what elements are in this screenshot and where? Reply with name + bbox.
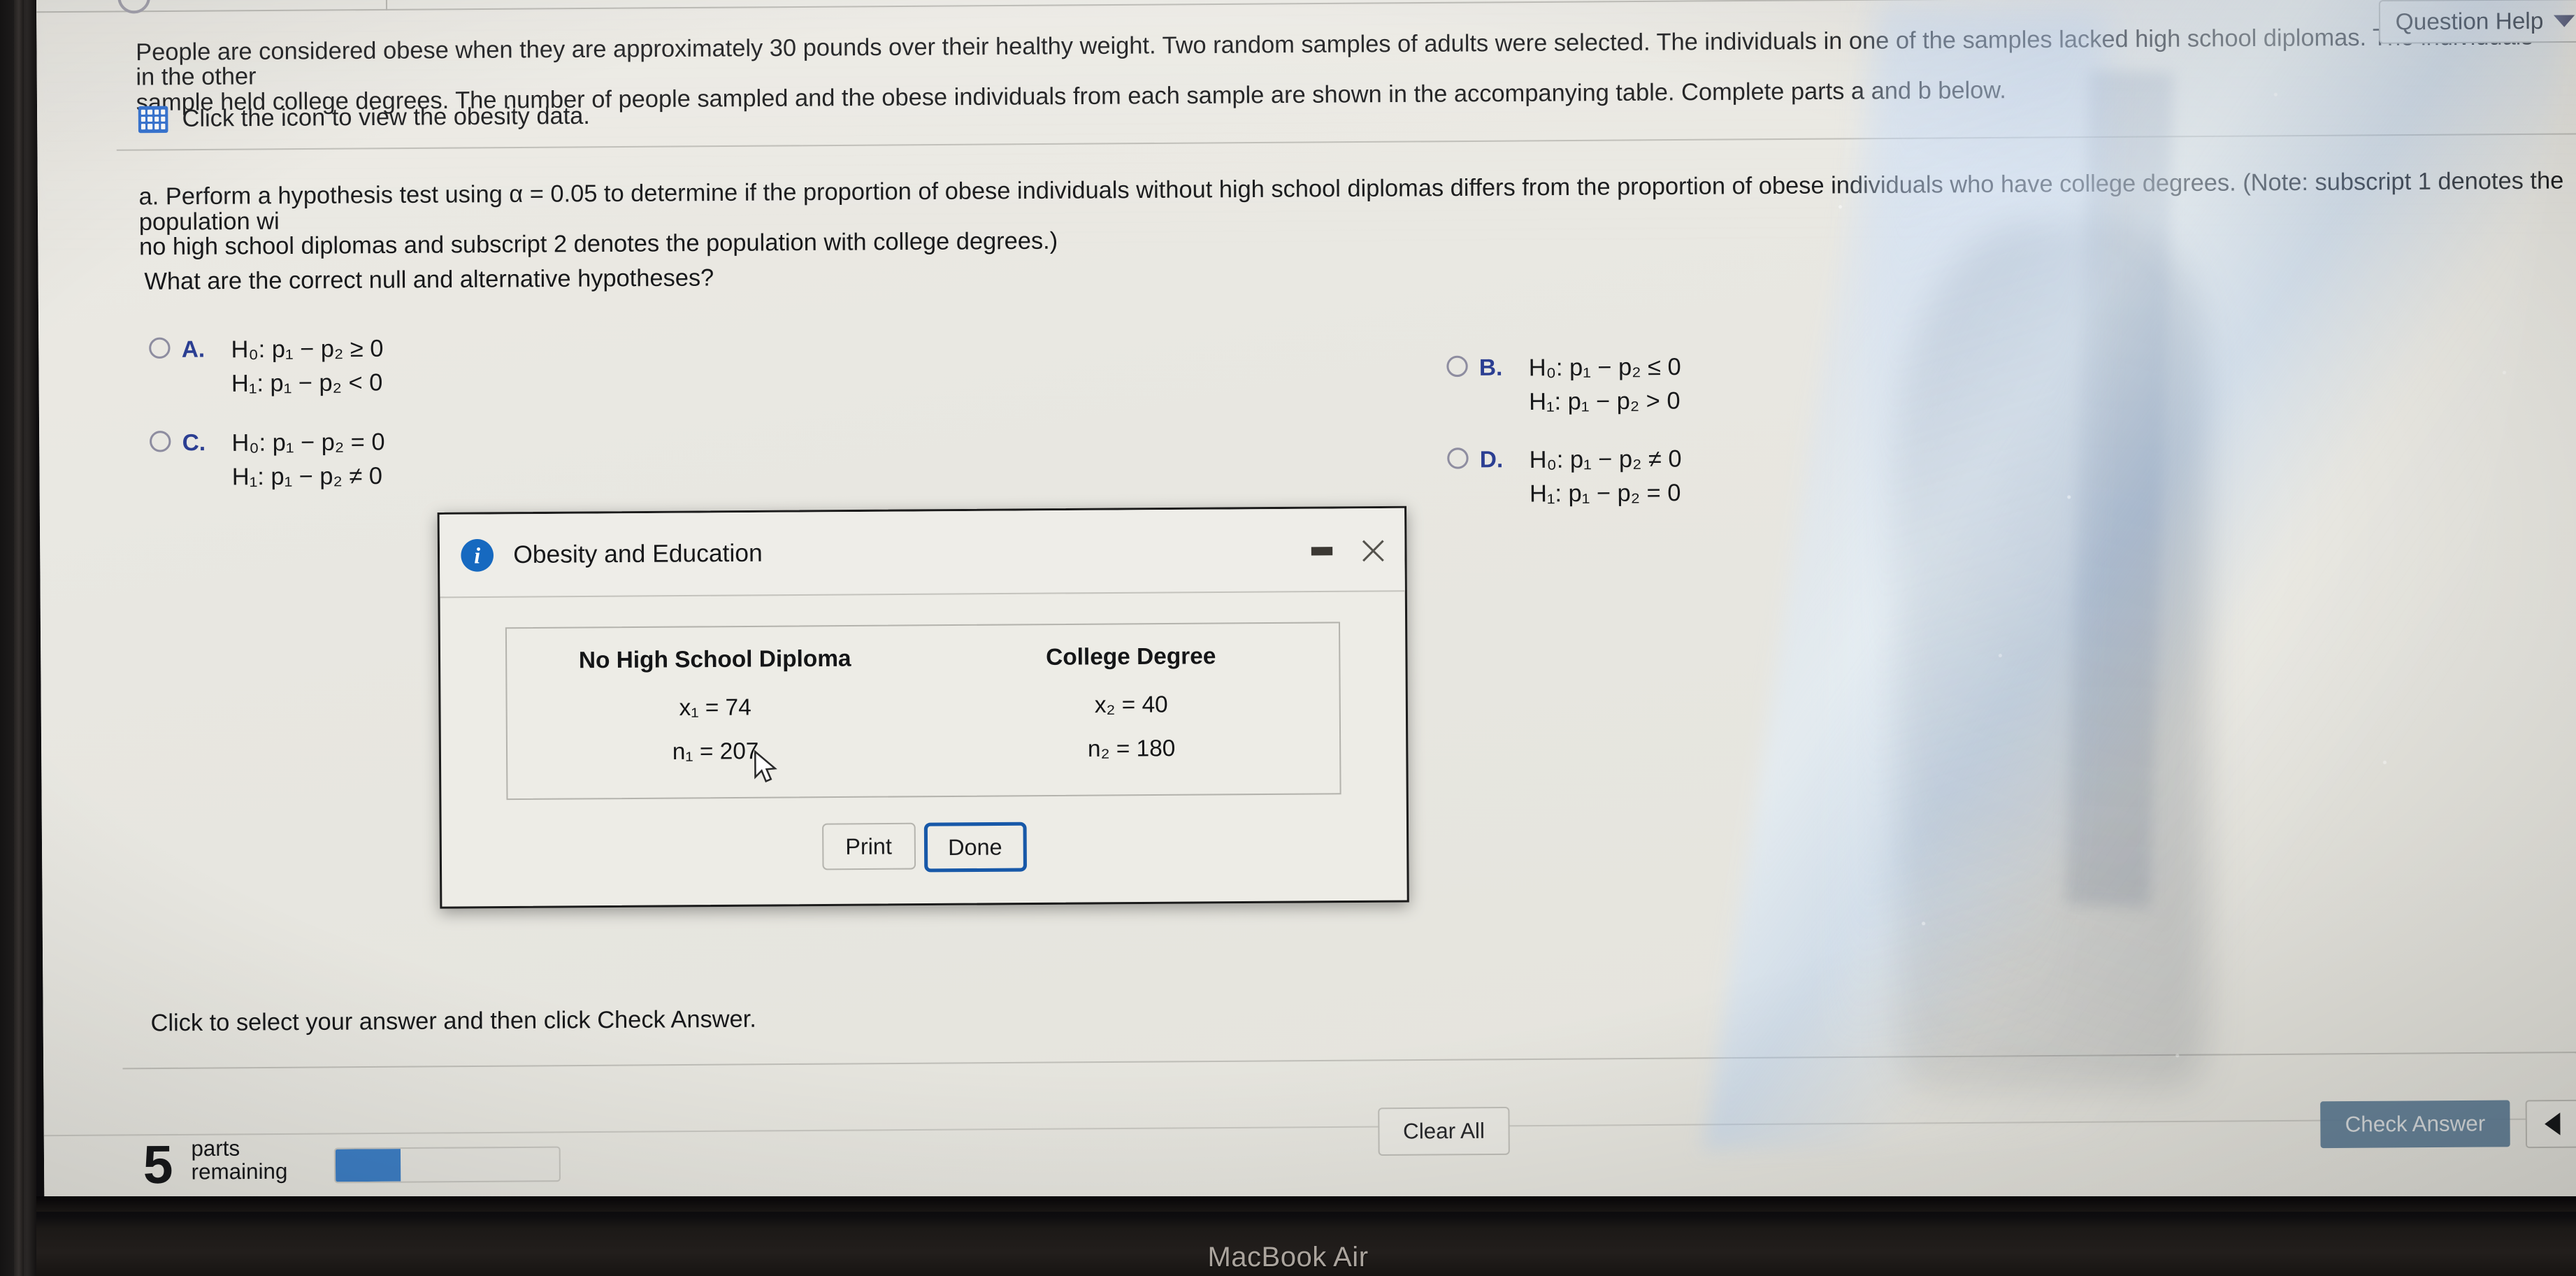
table-header-row: No High School Diploma College Degree [507, 642, 1339, 687]
choice-d-alt: H₁: p₁ − p₂ = 0 [1529, 479, 1681, 508]
screen-reflection-silhouette [1891, 219, 2209, 1092]
check-answer-button[interactable]: Check Answer [2320, 1100, 2510, 1149]
choice-c-hypotheses: H₀: p₁ − p₂ = 0 H₁: p₁ − p₂ ≠ 0 [231, 425, 385, 494]
screen-glare-pane [1827, 3, 2108, 1061]
parts-remaining-label: parts remaining [191, 1135, 288, 1185]
choice-c-alt: H₁: p₁ − p₂ ≠ 0 [231, 462, 383, 491]
chevron-down-icon [2553, 14, 2575, 27]
laptop-screen: Question Help People are considered obes… [36, 0, 2576, 1216]
dialog-title: Obesity and Education [513, 539, 763, 569]
obesity-data-link[interactable]: Click the icon to view the obesity data. [138, 103, 590, 134]
choice-a-null: H₀: p₁ − p₂ ≥ 0 [231, 335, 384, 364]
parts-label-line2: remaining [191, 1159, 288, 1185]
table-grid-icon[interactable] [138, 106, 168, 133]
radio-d[interactable] [1447, 447, 1469, 469]
done-button[interactable]: Done [923, 822, 1027, 873]
radio-c[interactable] [149, 431, 171, 452]
toolbar-circle-icon [117, 0, 151, 14]
question-help-button[interactable]: Question Help [2378, 0, 2576, 44]
obesity-data-link-label[interactable]: Click the icon to view the obesity data. [182, 103, 590, 133]
obesity-data-table: No High School Diploma College Degree x₁… [505, 622, 1341, 801]
cell-x2: x₂ = 40 [1094, 691, 1168, 718]
answer-choice-c[interactable]: C. H₀: p₁ − p₂ = 0 H₁: p₁ − p₂ ≠ 0 [149, 425, 385, 495]
laptop-photo: Question Help People are considered obes… [0, 0, 2576, 1276]
choice-b-alt: H₁: p₁ − p₂ > 0 [1529, 387, 1681, 416]
choice-b-null: H₀: p₁ − p₂ ≤ 0 [1528, 353, 1681, 382]
dialog-window-controls [1311, 536, 1387, 565]
choice-c-null: H₀: p₁ − p₂ = 0 [231, 429, 385, 457]
mylab-question-page: Question Help People are considered obes… [36, 0, 2576, 1216]
laptop-left-bezel [0, 0, 36, 1276]
cell-n2: n₂ = 180 [1087, 734, 1176, 762]
choice-b-letter: B. [1478, 354, 1503, 380]
previous-part-button[interactable] [2527, 1101, 2576, 1147]
app-toolbar-sliver [36, 0, 2576, 14]
close-icon[interactable] [1358, 536, 1386, 565]
choice-d-hypotheses: H₀: p₁ − p₂ ≠ 0 H₁: p₁ − p₂ = 0 [1530, 442, 1682, 511]
minimize-icon[interactable] [1311, 547, 1333, 556]
parts-remaining-count: 5 [143, 1135, 173, 1196]
table-row: x₁ = 74 x₂ = 40 [507, 681, 1339, 731]
divider-bottom [122, 1051, 2576, 1070]
answer-choice-d[interactable]: D. H₀: p₁ − p₂ ≠ 0 H₁: p₁ − p₂ = 0 [1447, 442, 1682, 512]
obesity-data-dialog: i Obesity and Education No High School D… [437, 506, 1409, 909]
macbook-brand-label: MacBook Air [1207, 1242, 1369, 1273]
header-college-degree: College Degree [1046, 642, 1216, 670]
divider-status-bar [43, 1117, 2576, 1137]
table-row: n₁ = 207 n₂ = 180 [508, 725, 1340, 775]
choice-a-letter: A. [181, 336, 206, 362]
divider-top [116, 133, 2576, 151]
clear-all-button[interactable]: Clear All [1378, 1106, 1510, 1156]
laptop-left-bezel-highlight [14, 0, 24, 1276]
header-no-high-school-diploma: No High School Diploma [578, 645, 851, 673]
progress-bar-fill [335, 1149, 401, 1182]
problem-intro: People are considered obese when they ar… [136, 23, 2556, 116]
parts-label-line1: parts [191, 1135, 240, 1161]
answer-choice-b[interactable]: B. H₀: p₁ − p₂ ≤ 0 H₁: p₁ − p₂ > 0 [1446, 350, 1681, 420]
radio-b[interactable] [1446, 355, 1468, 378]
triangle-left-icon [2545, 1112, 2561, 1135]
choice-b-hypotheses: H₀: p₁ − p₂ ≤ 0 H₁: p₁ − p₂ > 0 [1529, 350, 1681, 420]
answer-choice-a[interactable]: A. H₀: p₁ − p₂ ≥ 0 H₁: p₁ − p₂ < 0 [149, 331, 384, 401]
dialog-body: No High School Diploma College Degree x₁… [440, 592, 1406, 875]
laptop-hinge [0, 1196, 2576, 1212]
question-prompt: What are the correct null and alternativ… [144, 264, 714, 295]
toolbar-divider [385, 0, 388, 10]
choice-c-letter: C. [182, 429, 206, 456]
choice-d-null: H₀: p₁ − p₂ ≠ 0 [1529, 445, 1682, 474]
navigation-buttons [2525, 1099, 2576, 1149]
progress-bar [333, 1146, 561, 1184]
question-help-label: Question Help [2395, 7, 2544, 35]
cell-n1: n₁ = 207 [672, 737, 759, 765]
info-icon: i [461, 538, 494, 572]
part-a-text: a. Perform a hypothesis test using α = 0… [138, 167, 2576, 261]
dialog-title-bar: i Obesity and Education [439, 508, 1405, 598]
radio-a[interactable] [149, 337, 171, 359]
choice-a-hypotheses: H₀: p₁ − p₂ ≥ 0 H₁: p₁ − p₂ < 0 [231, 331, 383, 401]
answer-hint: Click to select your answer and then cli… [150, 1005, 756, 1037]
cell-x1: x₁ = 74 [679, 694, 751, 721]
print-button[interactable]: Print [821, 822, 916, 870]
dialog-buttons: Print Done [459, 819, 1390, 875]
choice-d-letter: D. [1479, 445, 1504, 473]
choice-a-alt: H₁: p₁ − p₂ < 0 [231, 369, 383, 398]
